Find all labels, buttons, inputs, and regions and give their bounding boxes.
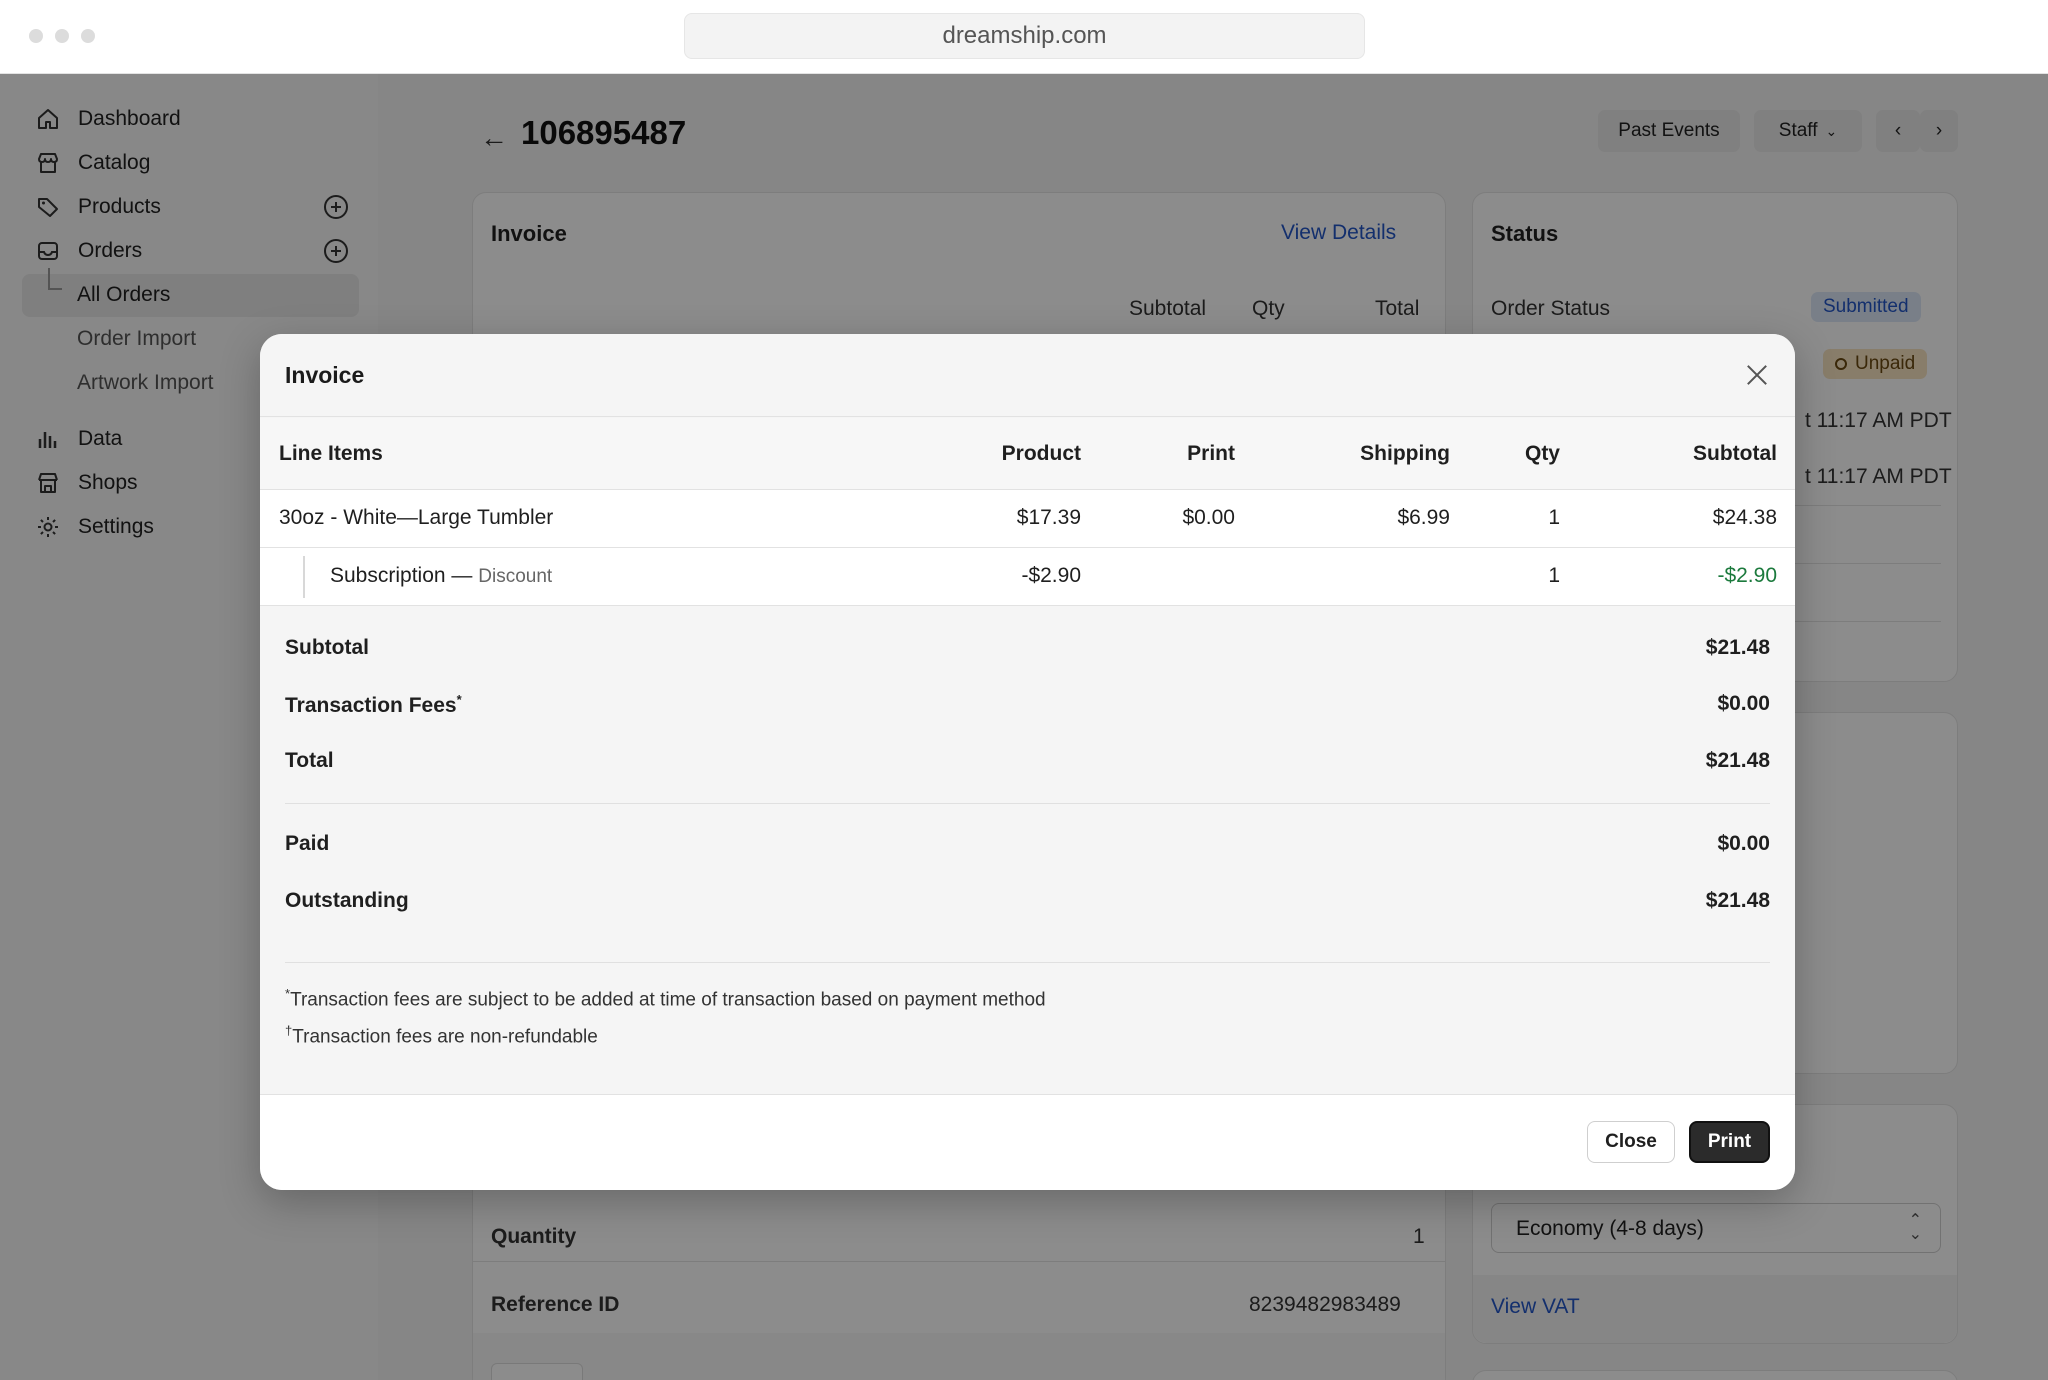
summary-total-label: Total	[285, 749, 334, 772]
summary-transaction-fees: Transaction Fees* $0.00	[285, 684, 1770, 724]
modal-footer: Close Print	[260, 1094, 1795, 1190]
summary-fees-value: $0.00	[1717, 692, 1770, 715]
line-item-name: 30oz - White—Large Tumbler	[279, 506, 554, 529]
summary-paid-value: $0.00	[1717, 832, 1770, 855]
column-header-shipping: Shipping	[1360, 442, 1450, 465]
footnote-text: Transaction fees are subject to be added…	[290, 989, 1046, 1011]
print-button[interactable]: Print	[1689, 1121, 1770, 1163]
summary-outstanding-label: Outstanding	[285, 889, 409, 912]
column-header-print: Print	[1187, 442, 1235, 465]
fees-footnote-mark: *	[456, 692, 462, 707]
summary-paid-label: Paid	[285, 832, 330, 855]
modal-header: Invoice	[260, 334, 1795, 417]
close-button[interactable]: Close	[1587, 1121, 1675, 1163]
summary-subtotal: Subtotal $21.48	[285, 628, 1770, 668]
window-close-dot[interactable]	[29, 29, 43, 43]
summary-total-value: $21.48	[1705, 749, 1770, 772]
line-item-product-price: $17.39	[1016, 506, 1081, 529]
column-header-qty: Qty	[1524, 442, 1560, 465]
window-maximize-dot[interactable]	[81, 29, 95, 43]
column-header-subtotal: Subtotal	[1693, 442, 1777, 465]
discount-tag: Discount	[478, 566, 553, 587]
line-items-table: Line Items Product Print Shipping Qty Su…	[260, 418, 1795, 606]
discount-row: Subscription — Discount -$2.90 1 -$2.90	[260, 548, 1795, 606]
discount-indent-line	[303, 556, 305, 598]
summary-subtotal-label: Subtotal	[285, 636, 369, 659]
summary-outstanding-value: $21.48	[1705, 889, 1770, 912]
table-header: Line Items Product Print Shipping Qty Su…	[260, 418, 1795, 490]
discount-product-amount: -$2.90	[1021, 564, 1081, 587]
summary-outstanding: Outstanding $21.48	[285, 881, 1770, 921]
line-item-print-price: $0.00	[1182, 506, 1235, 529]
window-minimize-dot[interactable]	[55, 29, 69, 43]
column-header-product: Product	[1001, 442, 1081, 465]
table-row: 30oz - White—Large Tumbler $17.39 $0.00 …	[260, 490, 1795, 548]
footnote-non-refundable: †Transaction fees are non-refundable	[285, 1023, 598, 1048]
summary-fees-label: Transaction Fees*	[285, 692, 462, 718]
discount-name: Subscription — Discount	[330, 564, 552, 588]
line-item-subtotal: $24.38	[1712, 506, 1777, 529]
column-header-line-items: Line Items	[279, 442, 383, 465]
discount-label: Subscription —	[330, 564, 473, 587]
footnote-text: Transaction fees are non-refundable	[292, 1026, 598, 1048]
address-bar[interactable]: dreamship.com	[684, 13, 1365, 59]
browser-chrome: dreamship.com	[0, 0, 2048, 74]
line-item-qty: 1	[1548, 506, 1560, 529]
summary-total: Total $21.48	[285, 741, 1770, 781]
notes-divider	[285, 962, 1770, 963]
fees-label-text: Transaction Fees	[285, 694, 457, 717]
modal-title: Invoice	[285, 362, 365, 388]
discount-subtotal: -$2.90	[1717, 564, 1777, 587]
summary-divider	[285, 803, 1770, 804]
line-item-shipping-price: $6.99	[1397, 506, 1450, 529]
close-icon[interactable]	[1742, 360, 1772, 390]
summary-subtotal-value: $21.48	[1705, 636, 1770, 659]
footnote-fees-added: *Transaction fees are subject to be adde…	[285, 986, 1046, 1011]
summary-paid: Paid $0.00	[285, 824, 1770, 864]
invoice-modal: Invoice Line Items Product Print Shippin…	[260, 334, 1795, 1190]
discount-qty: 1	[1548, 564, 1560, 587]
